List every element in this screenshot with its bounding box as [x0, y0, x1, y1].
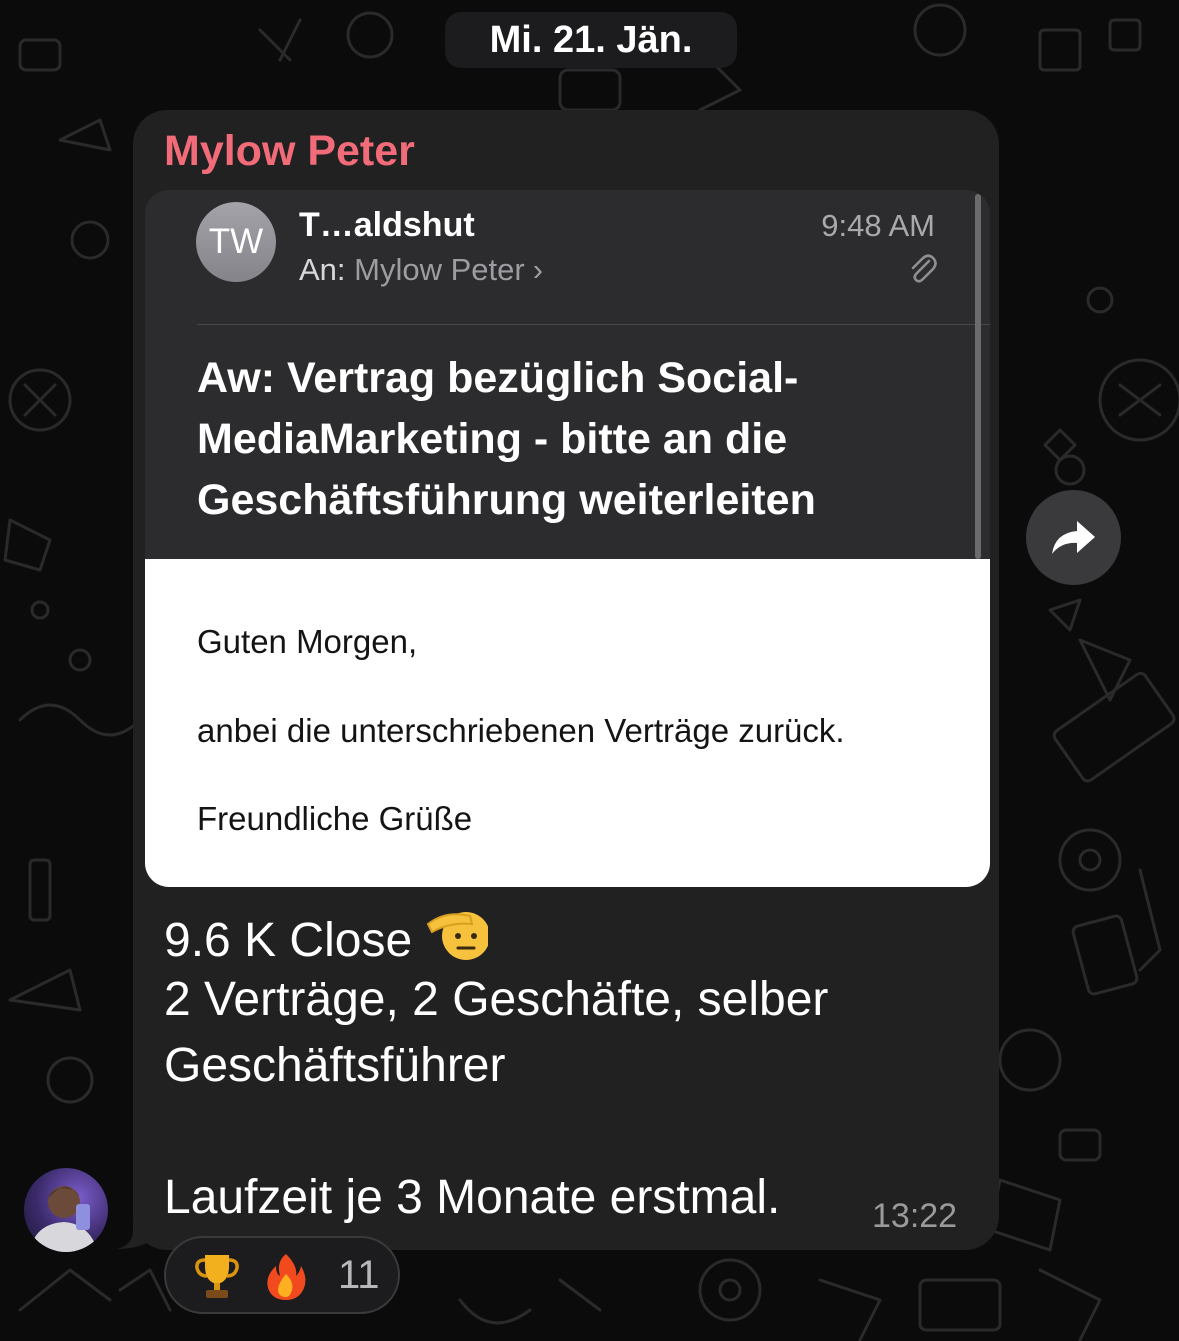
email-from: T…aldshut	[299, 206, 475, 244]
message-line-1: 9.6 K Close	[164, 906, 489, 969]
to-label: An:	[299, 252, 346, 287]
fire-emoji	[267, 1254, 306, 1300]
user-avatar[interactable]	[24, 1168, 108, 1252]
saluting-face-emoji	[426, 912, 489, 960]
trophy-emoji	[195, 1255, 239, 1298]
email-body: Guten Morgen, anbei die unterschriebenen…	[145, 559, 990, 887]
paperclip-icon	[911, 254, 937, 283]
sender-name[interactable]: Mylow Peter	[164, 128, 415, 174]
email-time: 9:48 AM	[821, 208, 935, 243]
reactions-pill[interactable]: 11	[164, 1236, 400, 1314]
email-text: anbei die unterschriebenen Verträge zurü…	[197, 712, 845, 749]
to-name: Mylow Peter	[354, 252, 525, 287]
email-divider	[197, 324, 990, 325]
scroll-indicator	[975, 194, 981, 559]
chevron-right-icon: ›	[532, 252, 544, 287]
email-header: TW T…aldshut 9:48 AM An: Mylow Peter › Aw…	[145, 190, 990, 559]
message-line-2: 2 Verträge, 2 Geschäfte, selber	[164, 973, 829, 1026]
email-preview-image[interactable]: TW T…aldshut 9:48 AM An: Mylow Peter › Aw…	[145, 190, 990, 887]
message-text: 9.6 K Close	[164, 914, 413, 967]
reaction-count: 11	[338, 1253, 380, 1297]
email-subject: Aw: Vertrag bezüglich Social-MediaMarket…	[197, 354, 816, 524]
email-greeting: Guten Morgen,	[197, 623, 418, 660]
date-divider: Mi. 21. Jän.	[445, 12, 737, 68]
message-time: 13:22	[872, 1197, 958, 1235]
message-line-3: Geschäftsführer	[164, 1039, 506, 1092]
email-closing: Freundliche Grüße	[197, 800, 473, 837]
avatar-photo	[30, 1186, 98, 1252]
sender-avatar: TW	[196, 202, 276, 282]
forward-button[interactable]	[1026, 490, 1121, 585]
message-line-4: Laufzeit je 3 Monate erstmal.	[164, 1171, 781, 1224]
email-recipient-line: An: Mylow Peter ›	[299, 252, 543, 288]
forward-arrow-icon	[1051, 520, 1095, 554]
